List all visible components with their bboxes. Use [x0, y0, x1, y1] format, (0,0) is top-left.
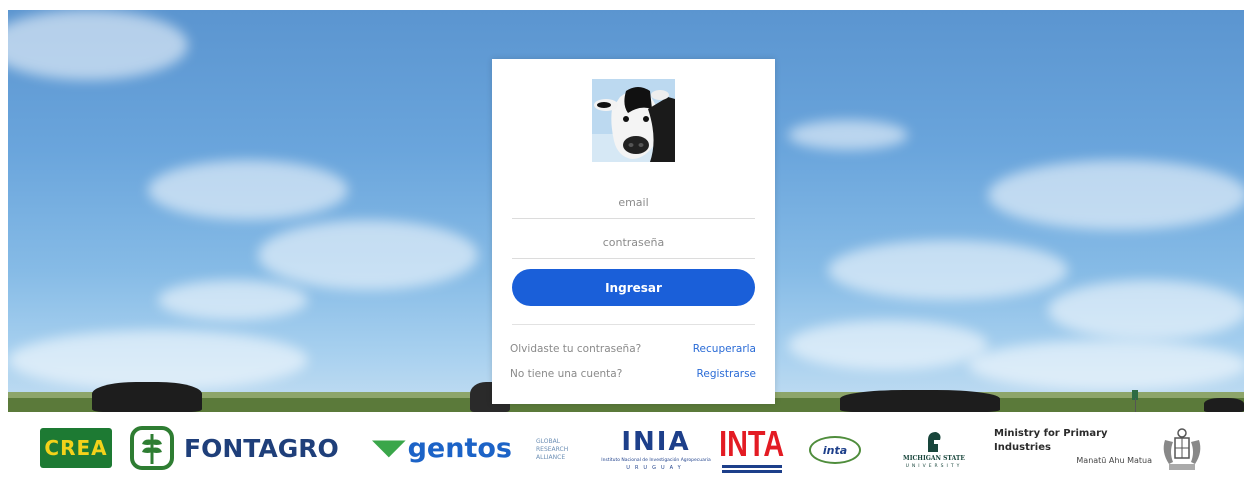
inta-logo: INTA	[719, 422, 785, 476]
recover-password-link[interactable]: Recuperarla	[693, 343, 756, 355]
password-field[interactable]	[512, 226, 755, 259]
nz-coat-of-arms-logo	[1156, 424, 1208, 476]
login-button[interactable]: Ingresar	[512, 269, 755, 306]
inta-oval-logo: inta	[804, 428, 866, 472]
register-question: No tiene una cuenta?	[510, 368, 623, 380]
mpi-logo: Ministry for Primary Industries Manatū A…	[994, 428, 1152, 465]
divider	[512, 324, 755, 325]
crea-logo: CREA	[40, 428, 112, 468]
forgot-password-row: Olvidaste tu contraseña? Recuperarla	[510, 343, 756, 355]
fontagro-logo: FONTAGRO	[130, 426, 360, 470]
fontagro-leaf-icon	[130, 426, 174, 470]
spartan-helmet-icon	[928, 432, 941, 452]
gentos-logo: gentos	[372, 426, 512, 470]
michigan-state-logo: MICHIGAN STATE UNIVERSITY	[894, 424, 974, 476]
partner-logos-bar: CREA FONTAGRO gentos GLOBAL RESEARCH ALL…	[0, 418, 1247, 480]
forgot-password-question: Olvidaste tu contraseña?	[510, 343, 642, 355]
global-research-alliance-logo: GLOBAL RESEARCH ALLIANCE	[536, 438, 569, 461]
inia-logo: INIA Instituto Nacional de Investigación…	[601, 426, 711, 471]
coat-of-arms-icon	[1163, 428, 1201, 470]
login-card: Ingresar Olvidaste tu contraseña? Recupe…	[492, 59, 775, 404]
register-row: No tiene una cuenta? Registrarse	[510, 368, 756, 380]
register-link[interactable]: Registrarse	[697, 368, 756, 380]
cow-avatar	[592, 79, 675, 162]
email-field[interactable]	[512, 186, 755, 219]
gentos-triangle-icon	[372, 440, 406, 458]
